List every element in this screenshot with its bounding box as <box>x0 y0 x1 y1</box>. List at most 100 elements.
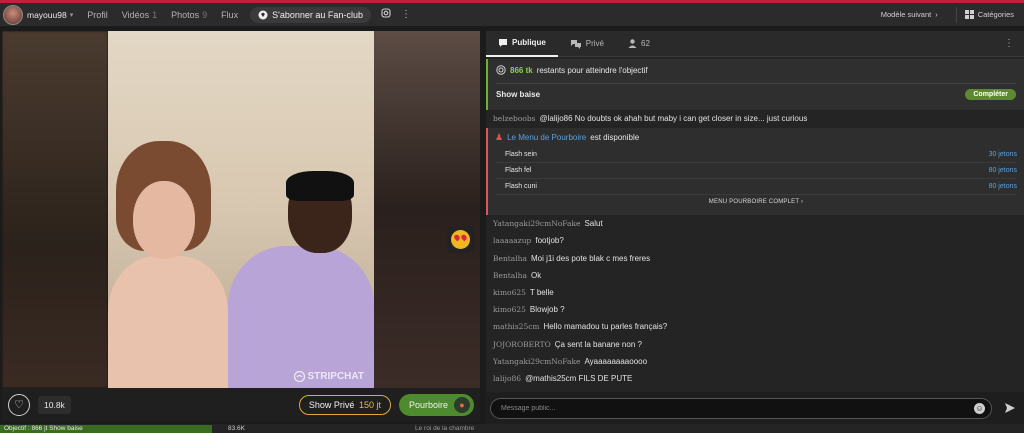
more-vertical-icon[interactable]: ⋮ <box>1004 38 1014 49</box>
chat-text: @mathis25cm FILS DE PUTE <box>525 373 633 383</box>
tip-menu-item-price: 80 jetons <box>988 183 1017 191</box>
next-model-label: Modèle suivant <box>880 10 932 19</box>
emoji-reaction-button[interactable] <box>447 226 474 253</box>
chat-username[interactable]: Yatangaki29cmNoFake <box>493 219 580 228</box>
tip-menu-item-price: 80 jetons <box>988 167 1017 175</box>
chat-username[interactable]: lalijo86 <box>493 374 521 383</box>
watermark: STRIPCHAT <box>293 371 364 382</box>
tab-users-count: 62 <box>641 39 650 48</box>
goal-tokens: 866 tk <box>510 65 533 75</box>
tab-users[interactable]: 62 <box>616 31 662 57</box>
like-button[interactable]: ♡ <box>8 393 30 416</box>
video-blur-right <box>374 31 480 388</box>
nav-flux-label: Flux <box>221 9 239 20</box>
tip-menu-item-price: 30 jetons <box>988 151 1017 159</box>
instagram-icon[interactable] <box>381 8 391 21</box>
tip-menu-item-name: Flash sein <box>505 151 537 159</box>
chevron-right-icon: › <box>800 199 804 206</box>
chat-username[interactable]: kimo625 <box>493 305 526 314</box>
video-player[interactable]: STRIPCHAT <box>2 31 480 388</box>
chat-username[interactable]: belzeboobs <box>493 114 536 123</box>
chat-username[interactable]: laaaaazup <box>493 236 531 245</box>
categories-button[interactable]: Catégories <box>964 10 1014 19</box>
show-prive-label: Show Privé <box>308 399 355 410</box>
goal-count: 83.6K <box>228 425 245 432</box>
chat-bubbles-icon <box>570 39 581 49</box>
chat-message-input[interactable] <box>501 404 974 412</box>
divider <box>496 83 1016 84</box>
chat-username[interactable]: Bentalha <box>493 271 527 280</box>
tip-menu-item-name: Flash fel <box>505 167 532 175</box>
tip-menu-item-name: Flash cuni <box>505 183 537 191</box>
emoji-picker-icon[interactable]: ☺ <box>974 402 985 414</box>
chat-message-list: Yatangaki29cmNoFake Salut laaaaazup footjo… <box>486 215 1024 387</box>
chat-panel: Publique Privé 62 ⋮ 866 tk restants pour… <box>486 31 1024 424</box>
tab-publique-label: Publique <box>512 38 546 47</box>
tip-menu-link[interactable]: Le Menu de Pourboire <box>507 133 586 142</box>
chat-message: Bentalha Ok <box>486 267 1024 284</box>
tip-menu-full-link[interactable]: MENU POURBOIRE COMPLET › <box>495 199 1017 205</box>
send-icon[interactable] <box>1002 400 1018 416</box>
chat-username[interactable]: mathis25cm <box>493 322 540 331</box>
chat-username[interactable]: Bentalha <box>493 254 527 263</box>
bottom-right-text: Le roi de la chambre <box>415 425 475 432</box>
chat-username[interactable]: JOJOROBERTO <box>493 340 551 349</box>
chat-text: Blowjob ? <box>529 305 565 315</box>
nav-videos-count: 1 <box>152 9 158 20</box>
like-count: 10.8k <box>38 395 71 414</box>
chat-tabs: Publique Privé 62 ⋮ <box>486 31 1024 57</box>
pourboire-button[interactable]: Pourboire ● <box>398 393 474 416</box>
nav-videos[interactable]: Vidéos 1 <box>122 10 157 20</box>
chevron-down-icon[interactable]: ▾ <box>70 11 74 19</box>
tip-menu-item[interactable]: Flash fel 80 jetons <box>495 163 1017 180</box>
chat-bubble-icon <box>499 38 507 47</box>
show-prive-button[interactable]: Show Privé 150 jt <box>298 394 391 415</box>
goal-name: Show baise <box>496 90 541 99</box>
fanclub-label: S'abonner au Fan-club <box>272 9 363 20</box>
avatar[interactable] <box>3 4 23 25</box>
username[interactable]: mayouu98 <box>27 10 67 20</box>
user-icon <box>628 39 637 48</box>
chat-message: Yatangaki29cmNoFake Salut <box>486 215 1024 232</box>
chat-message: laaaaazup footjob? <box>486 232 1024 249</box>
tab-publique[interactable]: Publique <box>486 31 558 57</box>
more-vertical-icon[interactable]: ⋮ <box>401 9 411 20</box>
chat-username[interactable]: Yatangaki29cmNoFake <box>493 357 580 366</box>
chevron-right-icon: › <box>935 10 938 19</box>
tip-menu-item[interactable]: Flash sein 30 jetons <box>495 147 1017 164</box>
chat-text: T belle <box>529 288 554 298</box>
person-left-face <box>133 181 195 259</box>
next-model-button[interactable]: Modèle suivant › <box>881 10 938 19</box>
nav-photos[interactable]: Photos 9 <box>171 10 207 20</box>
chat-username[interactable]: kimo625 <box>493 288 526 297</box>
nav-videos-label: Vidéos <box>121 9 150 20</box>
nav-photos-count: 9 <box>202 9 208 20</box>
person-left-body <box>108 256 228 388</box>
chat-text: Hello mamadou tu parles français? <box>543 322 668 332</box>
person-right-cap <box>286 171 354 201</box>
complete-goal-button[interactable]: Compléter <box>965 89 1016 100</box>
tab-prive-label: Privé <box>585 39 605 48</box>
chat-input-row: ☺ <box>486 392 1024 424</box>
show-prive-price: 150 jt <box>358 399 381 410</box>
nav-flux[interactable]: Flux <box>221 10 238 20</box>
tab-prive[interactable]: Privé <box>558 31 616 57</box>
fanclub-button[interactable]: S'abonner au Fan-club <box>250 6 371 23</box>
bottom-goal-bar: Objectif : 866 jt Show baise 83.6K Le ro… <box>0 424 1024 433</box>
stripchat-logo-icon <box>293 371 305 382</box>
chat-message: lalijo86 @mathis25cm FILS DE PUTE <box>486 370 1024 387</box>
heart-icon: ♡ <box>14 399 24 411</box>
tip-menu-item[interactable]: Flash cuni 80 jetons <box>495 179 1017 196</box>
chat-text: Ok <box>530 270 542 280</box>
joystick-icon: ♟ <box>495 132 504 143</box>
goal-remaining-text: restants pour atteindre l'objectif <box>536 65 648 75</box>
tip-jar-icon: ● <box>454 396 470 413</box>
goal-progress-text: Objectif : 866 jt Show baise <box>4 425 83 432</box>
video-controls: ♡ 10.8k Show Privé 150 jt Pourboire ● <box>2 388 480 421</box>
tip-menu-available: est disponible <box>590 133 640 143</box>
target-icon <box>496 65 506 75</box>
watermark-text: STRIPCHAT <box>307 371 364 382</box>
chat-message: kimo625 Blowjob ? <box>486 301 1024 318</box>
nav-profil[interactable]: Profil <box>87 10 108 20</box>
chat-text: Ça sent la banane non ? <box>554 339 642 349</box>
